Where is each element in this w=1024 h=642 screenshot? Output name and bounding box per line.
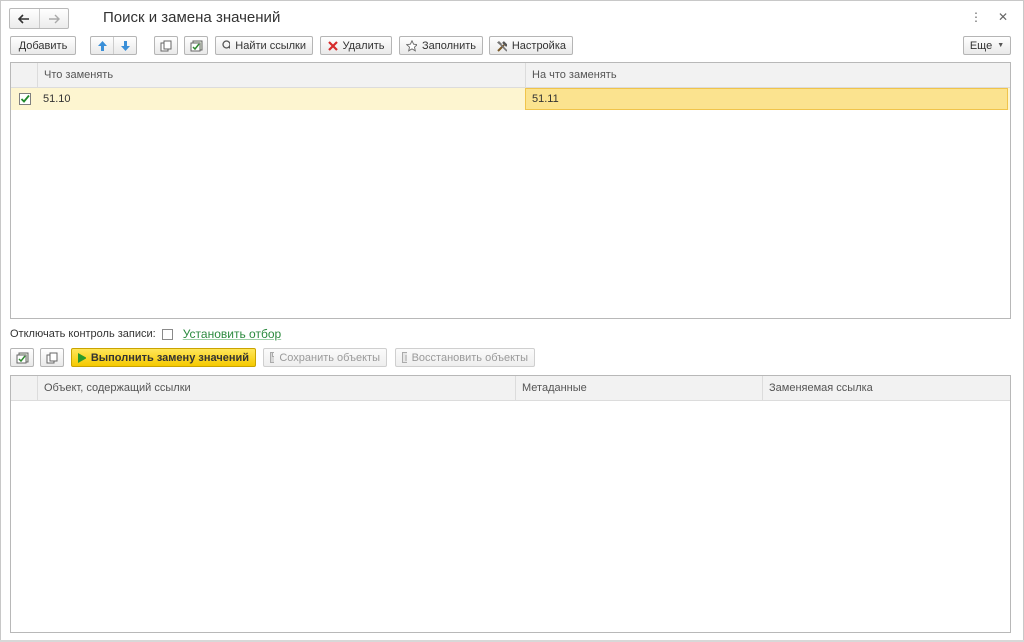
copy-icon bbox=[46, 352, 58, 363]
row-checkbox[interactable] bbox=[11, 88, 37, 110]
save-objects-button[interactable]: Сохранить объекты bbox=[263, 348, 387, 367]
add-button-label: Добавить bbox=[18, 39, 68, 52]
delete-x-icon bbox=[327, 40, 338, 51]
copy-button[interactable] bbox=[154, 36, 178, 55]
arrow-left-icon bbox=[18, 13, 30, 24]
add-button[interactable]: Добавить bbox=[10, 36, 76, 55]
check-all-button[interactable] bbox=[184, 36, 208, 55]
replace-table-header: Что заменять На что заменять bbox=[11, 63, 1010, 88]
delete-label: Удалить bbox=[342, 39, 385, 52]
col-metadata[interactable]: Метаданные bbox=[515, 376, 762, 400]
save-icon bbox=[270, 352, 275, 363]
copy-results-button[interactable] bbox=[40, 348, 64, 367]
replace-table: Что заменять На что заменять 51.10 51.11 bbox=[10, 62, 1011, 319]
run-replace-label: Выполнить замену значений bbox=[90, 351, 249, 364]
results-header-check-col bbox=[11, 376, 37, 400]
find-refs-button[interactable]: Найти ссылки bbox=[215, 36, 313, 55]
fill-label: Заполнить bbox=[421, 39, 476, 52]
col-with[interactable]: На что заменять bbox=[525, 63, 1010, 87]
forward-button[interactable] bbox=[38, 9, 69, 28]
restore-icon bbox=[402, 352, 407, 363]
settings-button[interactable]: Настройка bbox=[489, 36, 573, 55]
cell-with[interactable]: 51.11 bbox=[525, 88, 1008, 110]
disable-control-checkbox[interactable] bbox=[161, 328, 173, 340]
save-objects-label: Сохранить объекты bbox=[279, 351, 380, 364]
disable-control-label: Отключать контроль записи: bbox=[10, 328, 156, 340]
cell-what[interactable]: 51.10 bbox=[37, 88, 525, 110]
set-filter-link[interactable]: Установить отбор bbox=[183, 327, 281, 341]
back-button[interactable] bbox=[10, 9, 39, 28]
check-list-icon bbox=[16, 352, 28, 363]
play-icon bbox=[78, 352, 86, 363]
arrow-up-icon bbox=[97, 40, 107, 51]
delete-button[interactable]: Удалить bbox=[320, 36, 392, 55]
move-buttons bbox=[90, 36, 137, 55]
close-icon[interactable]: ✕ bbox=[998, 10, 1008, 24]
check-results-button[interactable] bbox=[10, 348, 34, 367]
title-bar: Поиск и замена значений ⋮ ✕ bbox=[0, 0, 1022, 34]
copy-icon bbox=[160, 40, 172, 51]
move-up-button[interactable] bbox=[91, 37, 114, 54]
col-object[interactable]: Объект, содержащий ссылки bbox=[37, 376, 515, 400]
move-down-button[interactable] bbox=[114, 37, 136, 54]
results-table: Объект, содержащий ссылки Метаданные Зам… bbox=[10, 375, 1011, 633]
col-replaced-ref[interactable]: Заменяемая ссылка bbox=[762, 376, 1010, 400]
dropdown-caret-icon: ▼ bbox=[997, 42, 1005, 49]
restore-objects-button[interactable]: Восстановить объекты bbox=[395, 348, 535, 367]
more-label: Еще bbox=[969, 39, 993, 52]
find-refs-label: Найти ссылки bbox=[235, 39, 306, 52]
check-list-icon bbox=[190, 40, 202, 51]
tools-icon bbox=[497, 40, 507, 52]
fill-button[interactable]: Заполнить bbox=[399, 36, 483, 55]
results-table-header: Объект, содержащий ссылки Метаданные Зам… bbox=[11, 376, 1010, 401]
more-vert-icon[interactable]: ⋮ bbox=[970, 10, 982, 24]
header-check-col bbox=[11, 63, 37, 87]
run-replace-button[interactable]: Выполнить замену значений bbox=[71, 348, 256, 367]
more-button[interactable]: Еще ▼ bbox=[963, 36, 1011, 55]
col-what[interactable]: Что заменять bbox=[37, 63, 525, 87]
restore-objects-label: Восстановить объекты bbox=[411, 351, 528, 364]
checkbox-checked-icon bbox=[19, 93, 31, 105]
settings-label: Настройка bbox=[511, 39, 566, 52]
nav-group bbox=[9, 8, 69, 29]
options-row: Отключать контроль записи: Установить от… bbox=[10, 327, 281, 341]
arrow-right-icon bbox=[48, 14, 60, 23]
table-row[interactable]: 51.10 51.11 bbox=[11, 88, 1010, 110]
search-icon bbox=[222, 40, 231, 50]
window-title: Поиск и замена значений bbox=[103, 9, 281, 26]
star-icon bbox=[406, 39, 417, 52]
arrow-down-icon bbox=[120, 40, 130, 51]
